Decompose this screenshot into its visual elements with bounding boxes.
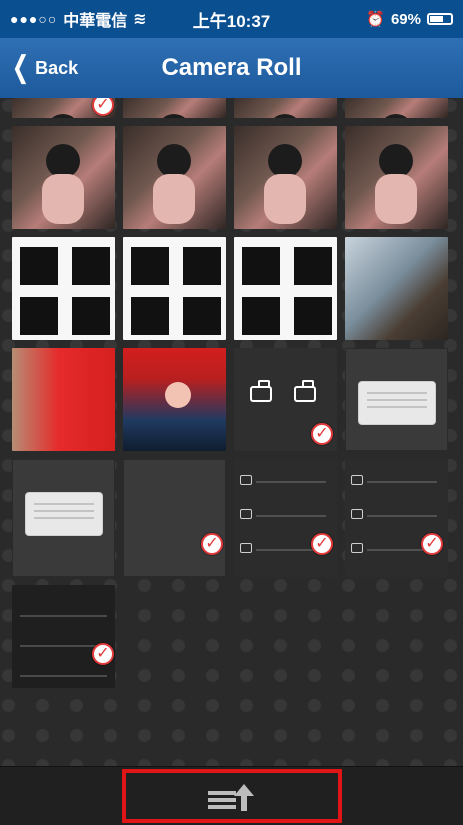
photo-thumbnail[interactable]: [345, 237, 448, 340]
list-line: [20, 675, 107, 677]
dialog-thumbnail: [358, 381, 436, 425]
document-icon: [351, 509, 363, 519]
bottom-toolbar: [0, 766, 463, 825]
menu-row-line: [367, 481, 437, 483]
dialog-thumbnail: [25, 492, 103, 536]
photo-thumbnail[interactable]: [12, 585, 115, 688]
camera-roll-grid[interactable]: [0, 98, 463, 766]
upload-icon: [207, 781, 256, 811]
camera-icon: [351, 543, 363, 553]
list-line: [20, 615, 107, 617]
check-icon[interactable]: [92, 643, 114, 665]
check-icon[interactable]: [311, 423, 333, 445]
photo-thumbnail[interactable]: [345, 126, 448, 229]
battery-percent: 69%: [390, 10, 421, 28]
photo-thumbnail[interactable]: [12, 237, 115, 340]
photo-thumbnail[interactable]: [123, 98, 226, 118]
photo-grid: [12, 98, 452, 688]
camera-icon: [240, 543, 252, 553]
status-right: ⏰ 69%: [366, 10, 453, 28]
document-icon: [240, 509, 252, 519]
signal-strength: ●●●○○: [10, 11, 58, 27]
photo-thumbnail[interactable]: [234, 98, 337, 118]
check-icon[interactable]: [201, 533, 223, 555]
printer-icon: [240, 475, 252, 485]
menu-row-line: [367, 515, 437, 517]
chevron-left-icon: ❮: [11, 51, 30, 84]
page-title: Camera Roll: [161, 54, 302, 81]
photo-thumbnail[interactable]: [345, 98, 448, 118]
wifi-icon: ≋: [133, 11, 147, 28]
check-icon[interactable]: [421, 533, 443, 555]
alarm-icon: ⏰: [366, 11, 385, 28]
photo-thumbnail[interactable]: [234, 237, 337, 340]
photo-thumbnail[interactable]: [345, 348, 448, 451]
status-left: ●●●○○ 中華電信 ≋: [10, 7, 147, 31]
carrier-label: 中華電信: [63, 13, 128, 30]
back-button[interactable]: ❮ Back: [8, 50, 78, 86]
status-time: 上午10:37: [192, 11, 271, 31]
status-bar: ●●●○○ 中華電信 ≋ 上午10:37 ⏰ 69%: [0, 0, 463, 38]
photo-thumbnail[interactable]: [123, 237, 226, 340]
photo-thumbnail[interactable]: [12, 348, 115, 451]
menu-row-line: [256, 515, 326, 517]
arrow-shaft: [240, 795, 247, 811]
photo-thumbnail[interactable]: [123, 459, 226, 577]
back-label: Back: [35, 57, 79, 78]
photo-thumbnail[interactable]: [123, 348, 226, 451]
check-icon[interactable]: [311, 533, 333, 555]
photo-thumbnail[interactable]: [234, 459, 337, 577]
upload-button[interactable]: [121, 769, 342, 823]
photo-thumbnail[interactable]: [345, 459, 448, 577]
photo-thumbnail[interactable]: [12, 459, 115, 577]
navigation-bar: ❮ Back Camera Roll: [0, 38, 463, 98]
camera-icon: [250, 380, 272, 402]
battery-icon: [427, 13, 453, 25]
stack-icon: [207, 791, 236, 795]
menu-row-line: [256, 481, 326, 483]
photo-thumbnail[interactable]: [12, 126, 115, 229]
photo-thumbnail[interactable]: [123, 126, 226, 229]
photo-thumbnail[interactable]: [234, 126, 337, 229]
printer-icon: [351, 475, 363, 485]
scanner-icon: [294, 380, 316, 402]
